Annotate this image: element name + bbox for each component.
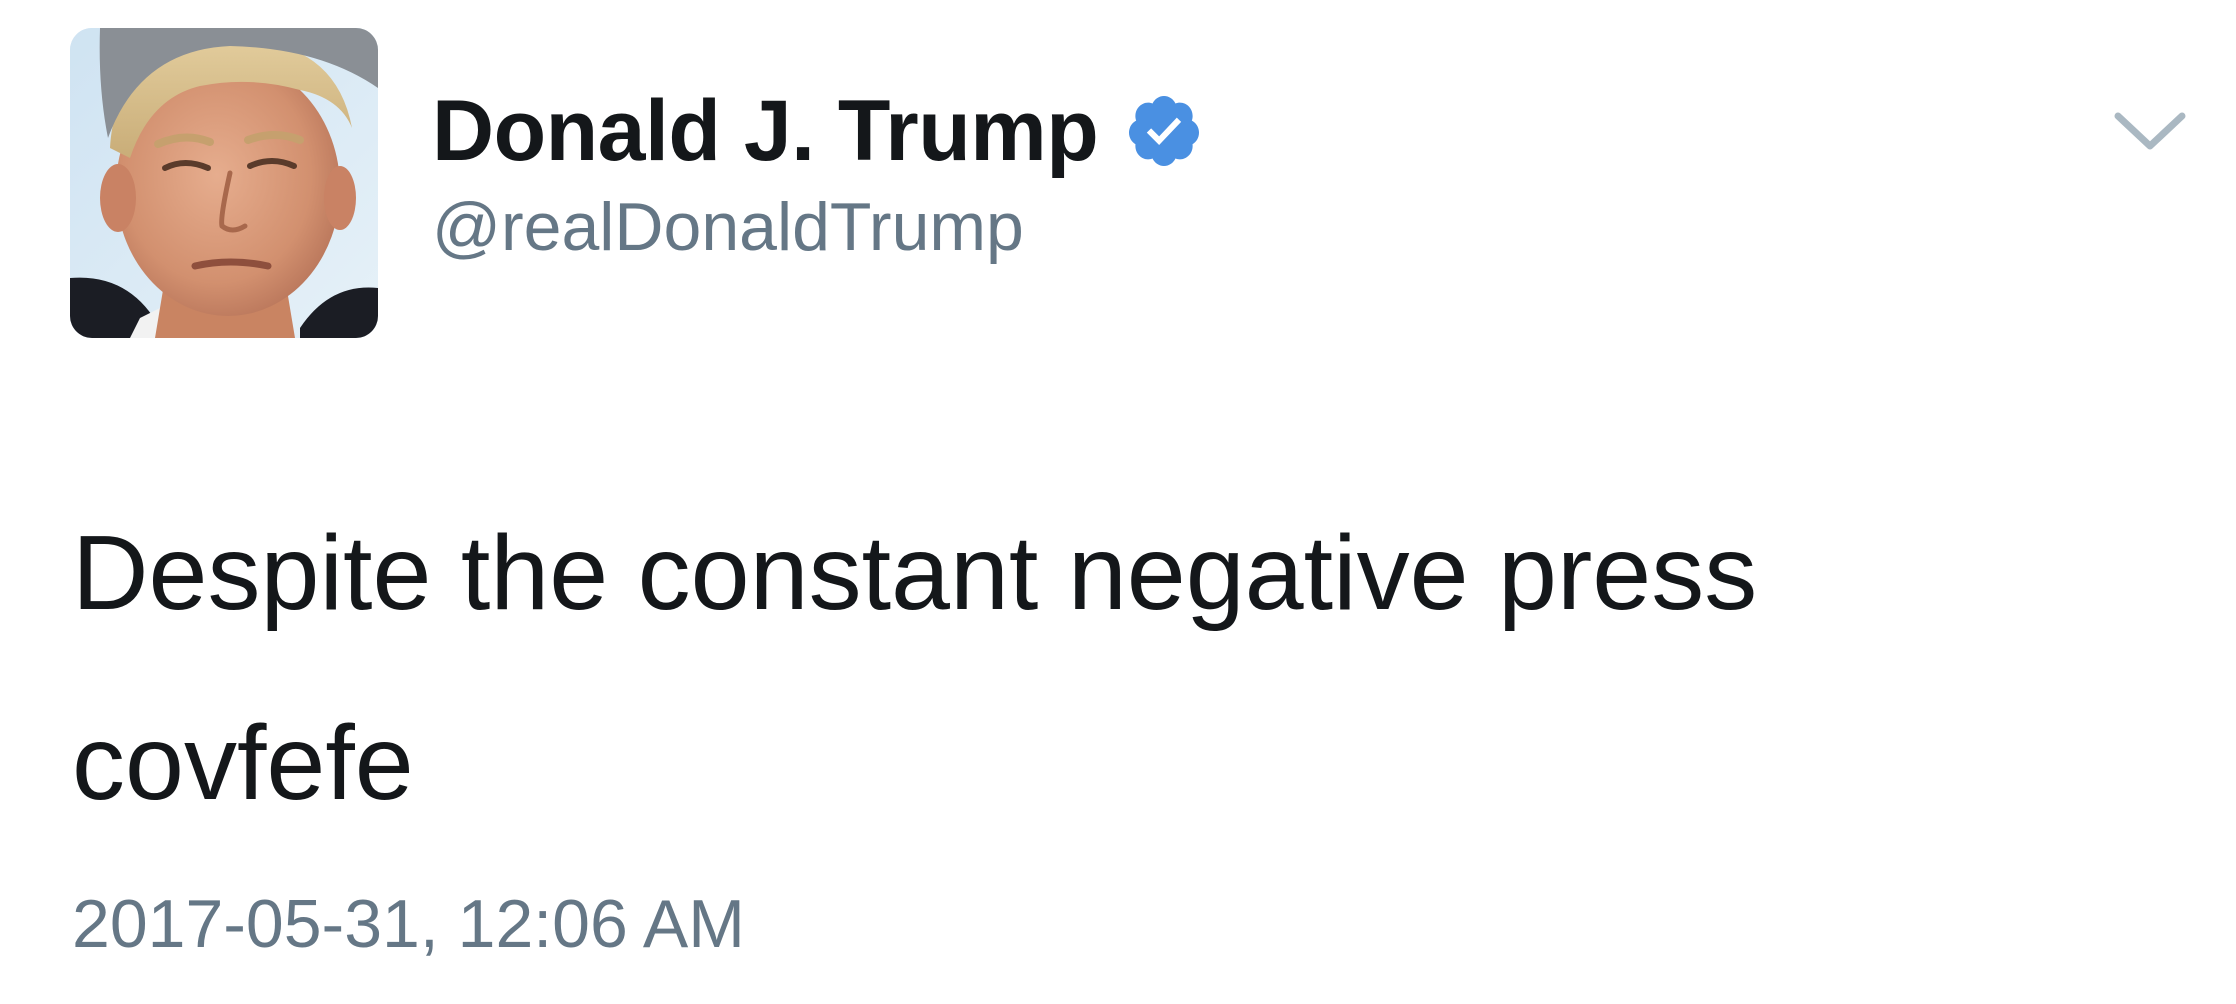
author-block: Donald J. Trump @realDonaldTrump — [432, 76, 1204, 266]
tweet-text-line-1: Despite the constant negative press — [72, 514, 1758, 632]
tweet-timestamp[interactable]: 2017-05-31, 12:06 AM — [72, 885, 745, 963]
display-name[interactable]: Donald J. Trump — [432, 82, 1099, 181]
tweet-card: Donald J. Trump @realDonaldTrump Despite… — [0, 0, 2236, 1004]
verified-badge-icon — [1129, 96, 1200, 166]
user-handle[interactable]: @realDonaldTrump — [432, 188, 1204, 266]
avatar[interactable] — [70, 28, 378, 338]
tweet-text: Despite the constant negative press covf… — [72, 478, 2172, 858]
avatar-photo-icon — [70, 28, 378, 338]
chevron-down-icon[interactable] — [2112, 108, 2188, 156]
name-row: Donald J. Trump — [432, 76, 1204, 186]
tweet-text-line-2: covfefe — [72, 704, 414, 822]
